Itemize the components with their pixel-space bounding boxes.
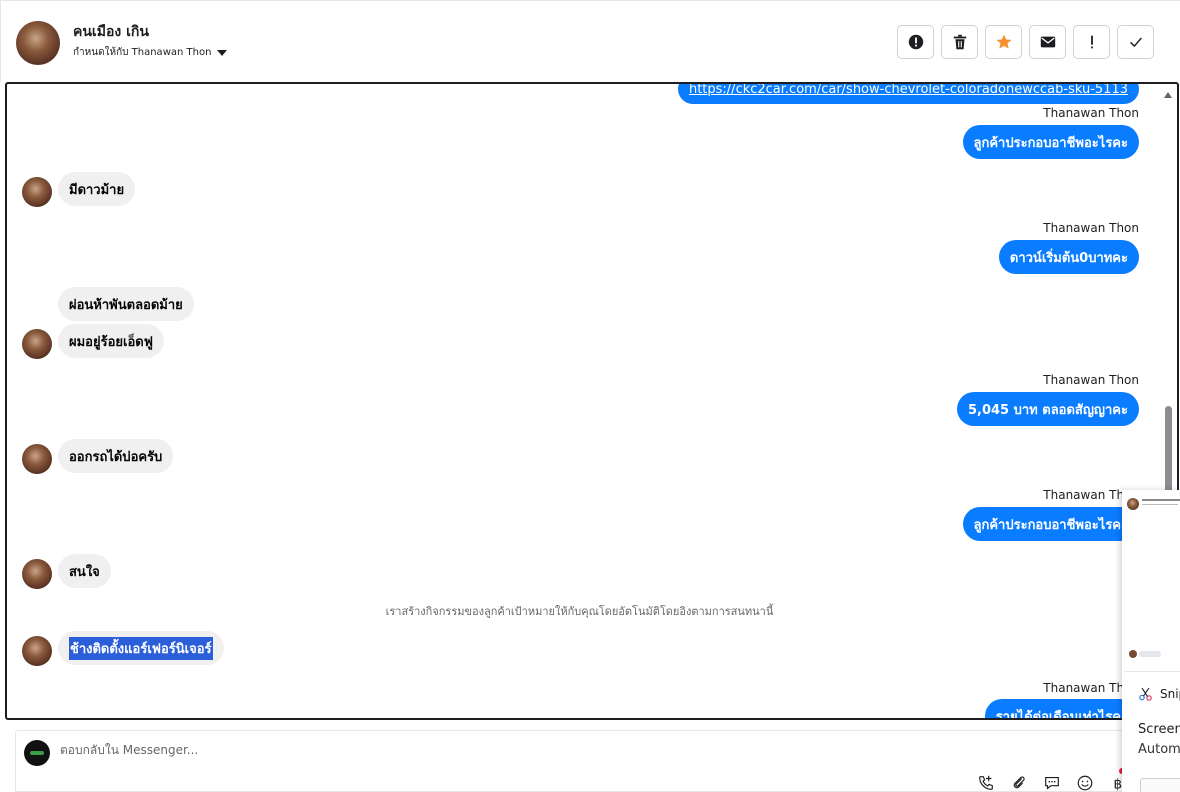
alert-circle-icon [908, 34, 923, 50]
notification-action-button[interactable] [1140, 778, 1180, 792]
message-text: สนใจ [69, 564, 100, 580]
delete-button[interactable] [941, 25, 978, 59]
emoji-icon[interactable] [1075, 773, 1095, 792]
exclamation-icon [1090, 35, 1093, 49]
screenshot-thumbnail[interactable] [1124, 492, 1180, 672]
scrollbar-thumb[interactable] [1165, 406, 1172, 498]
system-note: เราสร้างกิจกรรมของลูกค้าเป้าหมายให้กับคุ… [385, 605, 774, 618]
contact-avatar-small[interactable] [22, 636, 52, 666]
message-link[interactable]: https://ckc2car.com/car/show-chevrolet-c… [689, 84, 1128, 97]
envelope-icon [1040, 36, 1055, 48]
message-text: รายได้ต่อเดือนเท่าไรคะ [995, 709, 1128, 720]
star-button[interactable] [985, 25, 1022, 59]
contact-avatar-small[interactable] [22, 177, 52, 207]
svg-text:฿: ฿ [1114, 776, 1123, 792]
message-text: ลูกค้าประกอบอาชีพอะไรคะ [973, 135, 1128, 151]
scissors-icon [1139, 687, 1152, 701]
mark-unread-button[interactable] [1029, 25, 1066, 59]
message-composer: ฿ [15, 730, 1135, 792]
message-bubble-outgoing[interactable]: ลูกค้าประกอบอาชีพอะไรคะ [962, 125, 1139, 159]
notification-title: Screenshot copied to clipboard [1138, 722, 1180, 737]
contact-avatar[interactable] [16, 21, 60, 65]
contact-avatar-small[interactable] [22, 559, 52, 589]
message-text: มีดาวม้าย [69, 182, 125, 198]
message-bubble-incoming[interactable]: ผมอยู่ร้อยเอ็ดฟู [58, 324, 164, 358]
chat-bubble-icon[interactable] [1042, 773, 1062, 792]
message-thread[interactable]: https://ckc2car.com/car/show-chevrolet-c… [5, 82, 1179, 720]
sender-name: Thanawan Thon [1043, 221, 1139, 235]
contact-avatar-small[interactable] [22, 444, 52, 474]
message-text: ออกรถได้บ่อครับ [69, 449, 163, 465]
message-bubble-outgoing[interactable]: 5,045 บาท ตลอดสัญญาคะ [956, 392, 1139, 426]
notification-app-name: Snipping Tool [1160, 687, 1180, 701]
message-bubble-outgoing[interactable]: ลูกค้าประกอบอาชีพอะไรคะ [962, 507, 1139, 541]
screenshot-notification[interactable]: Snipping Tool Screenshot copied to clipb… [1122, 490, 1180, 792]
trash-icon [953, 34, 966, 50]
scroll-up-arrow-icon[interactable] [1164, 92, 1172, 98]
message-text: 5,045 บาท ตลอดสัญญาคะ [967, 402, 1128, 418]
reply-input[interactable] [60, 743, 660, 757]
sender-name: Thanawan Thon [1043, 106, 1139, 120]
message-bubble-outgoing[interactable]: ดาวน์เริ่มต้น0บาทคะ [998, 240, 1139, 274]
contact-name[interactable]: คนเมือง เกิน [73, 21, 149, 43]
assignee-dropdown[interactable]: กำหนดให้กับ Thanawan Thon [73, 45, 228, 60]
message-text: ผมอยู่ร้อยเอ็ดฟู [69, 334, 153, 350]
messenger-inbox: คนเมือง เกิน กำหนดให้กับ Thanawan Thon h… [0, 0, 1180, 792]
message-bubble-outgoing[interactable]: รายได้ต่อเดือนเท่าไรคะ [984, 699, 1139, 720]
message-text: ลูกค้าประกอบอาชีพอะไรคะ [973, 517, 1128, 533]
page-avatar [24, 740, 50, 766]
star-icon [996, 34, 1011, 49]
conversation-toolbar [897, 25, 1154, 59]
phone-plus-icon[interactable] [976, 773, 996, 792]
check-icon [1129, 37, 1142, 48]
sender-name: Thanawan Thon [1043, 373, 1139, 387]
message-bubble-incoming[interactable]: มีดาวม้าย [58, 172, 136, 206]
message-text: ผ่อนห้าพันตลอดม้าย [69, 297, 183, 313]
composer-tools: ฿ [976, 773, 1128, 792]
mark-done-button[interactable] [1117, 25, 1154, 59]
spam-button[interactable] [897, 25, 934, 59]
notification-app: Snipping Tool [1138, 686, 1180, 702]
follow-up-button[interactable] [1073, 25, 1110, 59]
assignee-label: กำหนดให้กับ Thanawan Thon [73, 47, 212, 58]
message-text: ดาวน์เริ่มต้น0บาทคะ [1009, 250, 1128, 266]
message-bubble-outgoing[interactable]: https://ckc2car.com/car/show-chevrolet-c… [677, 84, 1139, 104]
message-bubble-incoming[interactable]: ออกรถได้บ่อครับ [58, 439, 174, 473]
message-bubble-incoming[interactable]: ช้างติดตั้งแอร์เฟอร์นิเจอร์ [58, 631, 224, 665]
notification-subtitle: Automatically saved to screenshots folde… [1138, 742, 1180, 757]
conversation-header: คนเมือง เกิน กำหนดให้กับ Thanawan Thon [0, 0, 1180, 82]
caret-down-icon [217, 49, 228, 56]
message-bubble-incoming[interactable]: สนใจ [58, 554, 111, 588]
paperclip-icon[interactable] [1009, 773, 1029, 792]
message-bubble-incoming[interactable]: ผ่อนห้าพันตลอดม้าย [58, 287, 194, 321]
contact-avatar-small[interactable] [22, 329, 52, 359]
message-text-selected: ช้างติดตั้งแอร์เฟอร์นิเจอร์ [69, 636, 213, 660]
